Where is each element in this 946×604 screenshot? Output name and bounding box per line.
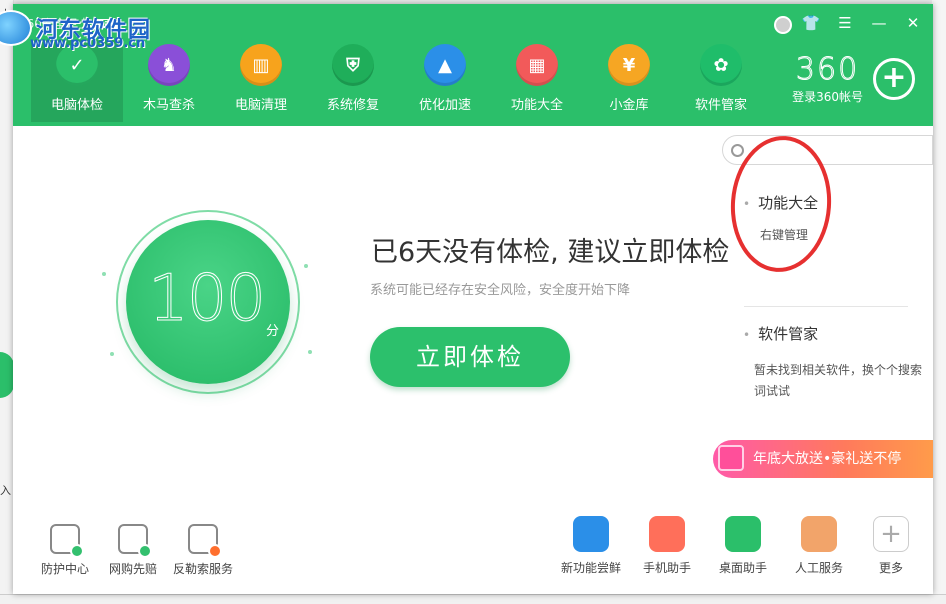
- app-label: 人工服务: [794, 561, 843, 575]
- nav-label: 软件管家: [694, 98, 747, 113]
- main-window: 360安全卫士 NEW 👕 ☰ — ✕ ✓ 电脑体检 ♞ 木马查杀 ▥ 电脑清理 ⛨ 系统修复…: [13, 4, 933, 594]
- brand-area: 360 登录360帐号: [792, 52, 863, 105]
- panel-section-title: 软件管家: [758, 325, 819, 343]
- monitor-icon: [725, 516, 761, 552]
- background-green-arc: [0, 352, 14, 398]
- app-label: 更多: [878, 561, 903, 575]
- app-item[interactable]: 桌面助手: [705, 516, 781, 576]
- nav-item[interactable]: ⛨ 系统修复: [307, 40, 399, 122]
- nav-item[interactable]: ✓ 电脑体检: [31, 40, 123, 122]
- megaphone-icon: [573, 516, 609, 552]
- nav-item[interactable]: ✿ 软件管家: [675, 40, 767, 122]
- nav-label: 优化加速: [418, 98, 471, 113]
- panel-divider: [744, 306, 908, 307]
- panel-empty-note: 暂未找到相关软件，换个个搜索词试试: [754, 363, 923, 398]
- plus-button[interactable]: +: [873, 58, 915, 100]
- desktop: 土 入 360安全卫士 NEW 👕 ☰ — ✕ ✓电脑体检♞木马查杀▥电脑清理⛨…: [0, 0, 946, 604]
- bullet-icon: •: [743, 328, 751, 342]
- decor-dot: [304, 264, 308, 268]
- start-checkup-button[interactable]: 立即体检: [370, 327, 570, 387]
- check-badge-icon: [138, 544, 152, 558]
- coin-icon: ¥: [608, 44, 650, 86]
- close-icon[interactable]: ✕: [901, 12, 925, 34]
- nav-item[interactable]: ▲ 优化加速: [399, 40, 491, 122]
- nav-item[interactable]: ▥ 电脑清理: [215, 40, 307, 122]
- panel-section-software[interactable]: • 软件管家: [743, 323, 818, 344]
- app-item[interactable]: + 更多: [853, 516, 929, 576]
- nav-label: 电脑清理: [234, 98, 287, 113]
- shield-pulse-icon: [50, 524, 84, 558]
- nav-item[interactable]: ▦ 功能大全: [491, 40, 583, 122]
- checkup-headline: 已6天没有体检, 建议立即体检: [371, 237, 730, 268]
- background-window-bottom: [0, 594, 946, 604]
- decor-dot: [308, 350, 312, 354]
- horse-icon: ♞: [148, 44, 190, 86]
- pinwheel-icon: [649, 516, 685, 552]
- medal-icon[interactable]: [771, 12, 792, 34]
- app-item[interactable]: 新功能尝鲜: [553, 516, 629, 576]
- minimize-icon[interactable]: —: [867, 12, 891, 34]
- tool-item[interactable]: 网购先赔: [93, 524, 173, 577]
- score-unit: 分: [266, 324, 280, 339]
- nav-label: 功能大全: [510, 98, 563, 113]
- decor-dot: [110, 352, 114, 356]
- window-controls: 👕 ☰ — ✕: [771, 12, 925, 34]
- watermark-url: www.pc0359.cn: [30, 36, 146, 51]
- promo-banner[interactable]: 年底大放送•豪礼送不停: [713, 440, 933, 478]
- skin-shirt-icon[interactable]: 👕: [799, 12, 823, 34]
- plus-icon: +: [873, 516, 909, 552]
- shield-icon: ⛨: [332, 44, 374, 86]
- broom-icon: ▥: [240, 44, 282, 86]
- nav-label: 系统修复: [326, 98, 379, 113]
- cart-icon: [118, 524, 152, 558]
- app-label: 桌面助手: [718, 561, 767, 575]
- search-icon: [731, 144, 744, 157]
- grid-icon: ▦: [516, 44, 558, 86]
- doc-alert-icon: [188, 524, 222, 558]
- nav-label: 木马查杀: [142, 98, 195, 113]
- app-label: 新功能尝鲜: [560, 561, 621, 575]
- tool-label: 网购先赔: [108, 562, 157, 576]
- check-badge-icon: [70, 544, 84, 558]
- tool-item[interactable]: 反勒索服务: [163, 524, 243, 577]
- nav-item[interactable]: ¥ 小金库: [583, 40, 675, 122]
- background-window-right: [932, 0, 946, 604]
- decor-dot: [102, 272, 106, 276]
- app-store-icon: ✿: [700, 44, 742, 86]
- checkup-subline: 系统可能已经存在安全风险，安全度开始下降: [370, 283, 631, 298]
- login-link[interactable]: 登录360帐号: [792, 88, 863, 105]
- nav-label: 小金库: [609, 98, 649, 113]
- app-item[interactable]: 手机助手: [629, 516, 705, 576]
- warning-badge-icon: [208, 544, 222, 558]
- watermark-logo-icon: [0, 10, 32, 46]
- gift-icon: [718, 445, 744, 471]
- agent-avatar-icon: [801, 516, 837, 552]
- nav-item[interactable]: ♞ 木马查杀: [123, 40, 215, 122]
- brand-logo: 360: [795, 52, 860, 87]
- background-text: 入: [0, 484, 11, 497]
- score-widget: 100 分: [102, 202, 318, 412]
- background-window-left: 土 入: [0, 0, 14, 604]
- app-label: 手机助手: [642, 561, 691, 575]
- app-item[interactable]: 人工服务: [781, 516, 857, 576]
- score-value: 100: [147, 262, 266, 337]
- tool-label: 反勒索服务: [172, 562, 233, 576]
- menu-icon[interactable]: ☰: [833, 12, 857, 34]
- main-nav: ✓ 电脑体检 ♞ 木马查杀 ▥ 电脑清理 ⛨ 系统修复 ▲ 优化加速 ▦ 功能大全 ¥ 小金库 ✿ 软件管家: [31, 40, 767, 122]
- nav-label: 电脑体检: [50, 98, 103, 113]
- rocket-icon: ▲: [424, 44, 466, 86]
